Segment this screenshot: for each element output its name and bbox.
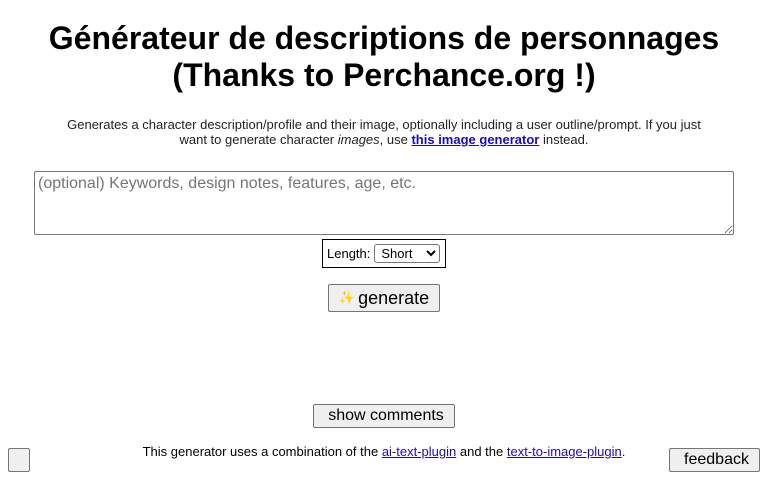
intro-text-after: instead. [539, 132, 589, 147]
length-selector-box: Length: Short [322, 239, 446, 268]
feedback-button[interactable]: feedback [669, 448, 760, 472]
length-label: Length: [327, 246, 371, 261]
show-comments-label: show comments [328, 407, 444, 424]
corner-menu-button[interactable] [8, 448, 30, 472]
page-title-line2: (Thanks to Perchance.org !) [172, 57, 596, 93]
generate-button-label: generate [358, 287, 430, 308]
page: Générateur de descriptions de personnage… [0, 0, 768, 480]
keywords-input[interactable] [34, 171, 734, 235]
footer-text-before: This generator uses a combination of the [142, 444, 382, 459]
length-select[interactable]: Short [374, 244, 441, 263]
image-generator-link[interactable]: this image generator [411, 132, 539, 147]
feedback-button-label: feedback [684, 451, 749, 468]
page-title: Générateur de descriptions de personnage… [0, 20, 768, 94]
ai-text-plugin-link[interactable]: ai-text-plugin [382, 444, 456, 459]
footer-credits: This generator uses a combination of the… [0, 444, 768, 459]
text-to-image-plugin-link[interactable]: text-to-image-plugin [507, 444, 622, 459]
intro-text-middle: , use [379, 132, 412, 147]
generate-button[interactable]: ✨ generate [328, 284, 440, 312]
footer-text-after: . [621, 444, 626, 459]
footer-text-middle: and the [456, 444, 507, 459]
intro-emphasis: images [337, 132, 380, 147]
page-title-line1: Générateur de descriptions de personnage… [48, 20, 720, 56]
show-comments-button[interactable]: show comments [313, 404, 455, 428]
intro-description: Generates a character description/profil… [54, 117, 714, 147]
sparkles-icon: ✨ [338, 290, 355, 305]
